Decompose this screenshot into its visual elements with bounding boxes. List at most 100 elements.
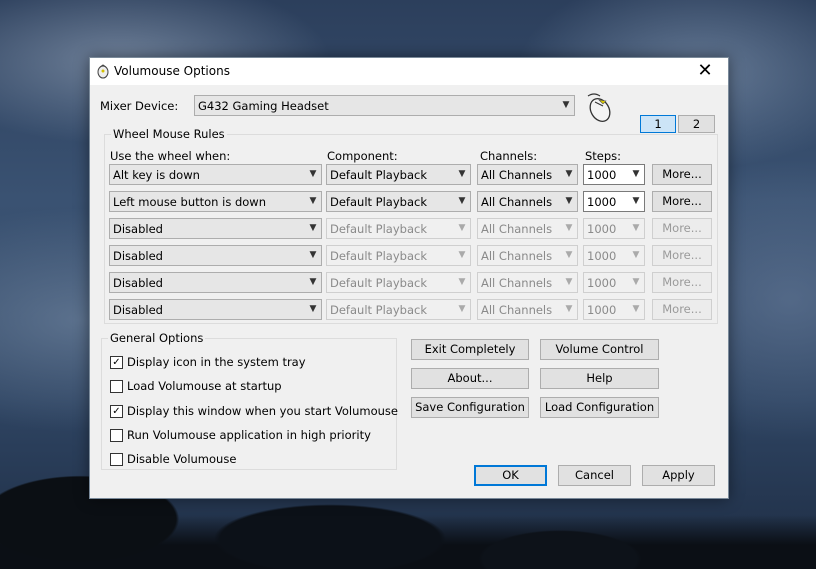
when-select-1-value: Alt key is down — [113, 168, 200, 182]
steps-select-6-value: 1000 — [587, 303, 617, 317]
checkbox-checked[interactable]: ✓ — [110, 356, 123, 369]
chevron-down-icon: ▼ — [458, 250, 466, 260]
channels-select-2-value: All Channels — [481, 195, 553, 209]
when-select-3-value: Disabled — [113, 222, 163, 236]
channels-select-6-value: All Channels — [481, 303, 553, 317]
component-select-1-value: Default Playback — [330, 168, 427, 182]
more-button-1[interactable]: More... — [652, 164, 712, 185]
component-select-6: Default Playback ▼ — [326, 299, 471, 320]
channels-select-4: All Channels ▼ — [477, 245, 578, 266]
channels-select-3-value: All Channels — [481, 222, 553, 236]
component-select-4-value: Default Playback — [330, 249, 427, 263]
chevron-down-icon: ▼ — [309, 196, 317, 206]
option-label: Disable Volumouse — [127, 452, 237, 466]
steps-select-3-value: 1000 — [587, 222, 617, 236]
load-configuration-button[interactable]: Load Configuration — [540, 397, 659, 418]
channels-select-5-value: All Channels — [481, 276, 553, 290]
ok-button[interactable]: OK — [474, 465, 547, 486]
component-select-1[interactable]: Default Playback ▼ — [326, 164, 471, 185]
chevron-down-icon: ▼ — [632, 304, 640, 314]
when-select-5[interactable]: Disabled ▼ — [109, 272, 322, 293]
checkbox-unchecked[interactable] — [110, 380, 123, 393]
when-select-4-value: Disabled — [113, 249, 163, 263]
chevron-down-icon: ▼ — [632, 196, 640, 206]
channels-select-3: All Channels ▼ — [477, 218, 578, 239]
chevron-down-icon: ▼ — [632, 250, 640, 260]
steps-select-2-value: 1000 — [587, 195, 617, 209]
when-select-6[interactable]: Disabled ▼ — [109, 299, 322, 320]
chevron-down-icon: ▼ — [565, 250, 573, 260]
chevron-down-icon: ▼ — [458, 223, 466, 233]
save-configuration-button[interactable]: Save Configuration — [411, 397, 529, 418]
header-channels: Channels: — [480, 149, 538, 163]
steps-select-1[interactable]: 1000 ▼ — [583, 164, 645, 185]
title-bar[interactable]: Volumouse Options ✕ — [90, 58, 728, 85]
mixer-device-select[interactable]: G432 Gaming Headset ▼ — [194, 95, 575, 116]
chevron-down-icon: ▼ — [458, 196, 466, 206]
option-label: Load Volumouse at startup — [127, 379, 282, 393]
component-select-2[interactable]: Default Playback ▼ — [326, 191, 471, 212]
close-button[interactable]: ✕ — [682, 58, 728, 85]
steps-select-2[interactable]: 1000 ▼ — [583, 191, 645, 212]
header-when: Use the wheel when: — [110, 149, 231, 163]
chevron-down-icon: ▼ — [309, 304, 317, 314]
chevron-down-icon: ▼ — [565, 304, 573, 314]
chevron-down-icon: ▼ — [458, 304, 466, 314]
channels-select-1[interactable]: All Channels ▼ — [477, 164, 578, 185]
mixer-device-value: G432 Gaming Headset — [198, 99, 329, 113]
steps-select-5: 1000 ▼ — [583, 272, 645, 293]
component-select-3: Default Playback ▼ — [326, 218, 471, 239]
cancel-button[interactable]: Cancel — [558, 465, 631, 486]
chevron-down-icon: ▼ — [565, 223, 573, 233]
chevron-down-icon: ▼ — [565, 277, 573, 287]
when-select-3[interactable]: Disabled ▼ — [109, 218, 322, 239]
options-dialog: Volumouse Options ✕ Mixer Device: G432 G… — [89, 57, 729, 499]
checkbox-unchecked[interactable] — [110, 429, 123, 442]
chevron-down-icon: ▼ — [632, 223, 640, 233]
more-button-2[interactable]: More... — [652, 191, 712, 212]
more-button-6: More... — [652, 299, 712, 320]
header-component: Component: — [327, 149, 398, 163]
chevron-down-icon: ▼ — [458, 169, 466, 179]
channels-select-2[interactable]: All Channels ▼ — [477, 191, 578, 212]
component-select-3-value: Default Playback — [330, 222, 427, 236]
when-select-1[interactable]: Alt key is down ▼ — [109, 164, 322, 185]
volume-control-button[interactable]: Volume Control — [540, 339, 659, 360]
when-select-2[interactable]: Left mouse button is down ▼ — [109, 191, 322, 212]
apply-button[interactable]: Apply — [642, 465, 715, 486]
more-button-5: More... — [652, 272, 712, 293]
wheel-rules-title: Wheel Mouse Rules — [111, 127, 227, 141]
option-label: Display this window when you start Volum… — [127, 404, 398, 418]
component-select-5: Default Playback ▼ — [326, 272, 471, 293]
mixer-device-label: Mixer Device: — [100, 99, 179, 113]
volumouse-app-icon — [97, 64, 109, 79]
header-steps: Steps: — [585, 149, 622, 163]
tab-1[interactable]: 1 — [640, 115, 676, 133]
channels-select-4-value: All Channels — [481, 249, 553, 263]
channels-select-5: All Channels ▼ — [477, 272, 578, 293]
steps-select-3: 1000 ▼ — [583, 218, 645, 239]
chevron-down-icon: ▼ — [632, 169, 640, 179]
when-select-5-value: Disabled — [113, 276, 163, 290]
help-button[interactable]: Help — [540, 368, 659, 389]
chevron-down-icon: ▼ — [309, 250, 317, 260]
chevron-down-icon: ▼ — [565, 169, 573, 179]
when-select-2-value: Left mouse button is down — [113, 195, 266, 209]
window-title: Volumouse Options — [114, 64, 230, 78]
when-select-4[interactable]: Disabled ▼ — [109, 245, 322, 266]
exit-completely-button[interactable]: Exit Completely — [411, 339, 529, 360]
chevron-down-icon: ▼ — [632, 277, 640, 287]
channels-select-1-value: All Channels — [481, 168, 553, 182]
steps-select-6: 1000 ▼ — [583, 299, 645, 320]
component-select-4: Default Playback ▼ — [326, 245, 471, 266]
checkbox-checked[interactable]: ✓ — [110, 405, 123, 418]
more-button-4: More... — [652, 245, 712, 266]
checkbox-unchecked[interactable] — [110, 453, 123, 466]
steps-select-4: 1000 ▼ — [583, 245, 645, 266]
tab-2[interactable]: 2 — [678, 115, 715, 133]
about-button[interactable]: About... — [411, 368, 529, 389]
steps-select-5-value: 1000 — [587, 276, 617, 290]
component-select-2-value: Default Playback — [330, 195, 427, 209]
when-select-6-value: Disabled — [113, 303, 163, 317]
steps-select-4-value: 1000 — [587, 249, 617, 263]
